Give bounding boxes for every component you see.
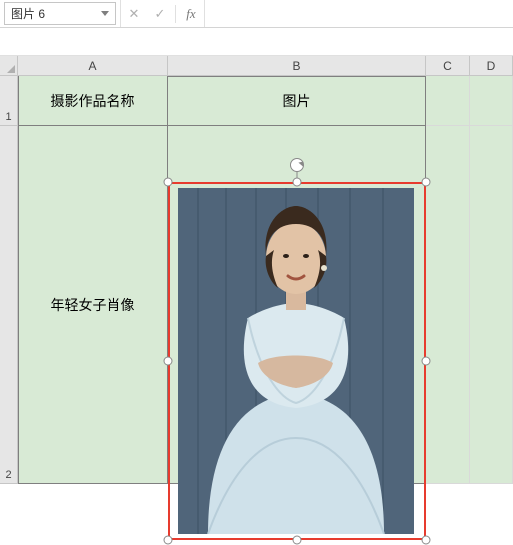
column-label: D	[487, 59, 496, 73]
column-header-D[interactable]: D	[470, 56, 513, 76]
row-label: 1	[5, 111, 11, 123]
resize-handle-bl[interactable]	[164, 536, 173, 545]
ribbon-spacer	[0, 28, 513, 56]
cell-D1[interactable]	[470, 76, 513, 126]
row-header-2[interactable]: 2	[0, 126, 18, 484]
column-headers: A B C D	[0, 56, 513, 76]
cell-value: 年轻女子肖像	[51, 295, 135, 315]
resize-handle-br[interactable]	[422, 536, 431, 545]
resize-handle-mr[interactable]	[422, 357, 431, 366]
select-all-corner[interactable]	[0, 56, 18, 76]
row-header-1[interactable]: 1	[0, 76, 18, 126]
cell-B1[interactable]: 图片	[168, 76, 426, 126]
fx-icon: fx	[186, 6, 195, 22]
row-label: 2	[5, 469, 11, 481]
resize-handle-bm[interactable]	[293, 536, 302, 545]
row-headers: 1 2	[0, 76, 18, 484]
column-label: A	[88, 59, 96, 73]
cancel-button[interactable]: ✕	[121, 0, 147, 27]
resize-handle-tm[interactable]	[293, 178, 302, 187]
table-row: 摄影作品名称 图片	[18, 76, 513, 126]
resize-handle-tl[interactable]	[164, 178, 173, 187]
column-header-C[interactable]: C	[426, 56, 470, 76]
name-box[interactable]: 图片 6	[4, 2, 116, 25]
cell-C1[interactable]	[426, 76, 470, 126]
cell-value: 图片	[283, 91, 311, 111]
formula-bar: 图片 6 ✕ ✓ fx	[0, 0, 513, 28]
cell-A2[interactable]: 年轻女子肖像	[18, 126, 168, 484]
cell-C2[interactable]	[426, 126, 470, 484]
name-box-value: 图片 6	[11, 5, 45, 22]
column-header-B[interactable]: B	[168, 56, 426, 76]
column-header-A[interactable]: A	[18, 56, 168, 76]
column-label: C	[443, 59, 452, 73]
picture-object[interactable]	[168, 182, 426, 540]
enter-button[interactable]: ✓	[147, 0, 173, 27]
column-label: B	[292, 59, 300, 73]
formula-input[interactable]	[204, 0, 513, 27]
formula-bar-buttons: ✕ ✓ fx	[120, 0, 204, 27]
close-icon: ✕	[129, 6, 140, 22]
resize-handle-tr[interactable]	[422, 178, 431, 187]
chevron-down-icon[interactable]	[101, 11, 109, 16]
cell-A1[interactable]: 摄影作品名称	[18, 76, 168, 126]
rotation-handle-icon[interactable]	[290, 158, 304, 172]
portrait-image	[178, 188, 414, 534]
resize-handle-ml[interactable]	[164, 357, 173, 366]
spreadsheet-grid: A B C D 1 2 摄影作品名称 图片 年轻女子肖像	[0, 56, 513, 524]
insert-function-button[interactable]: fx	[178, 0, 204, 27]
check-icon: ✓	[155, 6, 166, 22]
cell-value: 摄影作品名称	[51, 91, 135, 111]
separator	[175, 5, 176, 23]
cell-D2[interactable]	[470, 126, 513, 484]
